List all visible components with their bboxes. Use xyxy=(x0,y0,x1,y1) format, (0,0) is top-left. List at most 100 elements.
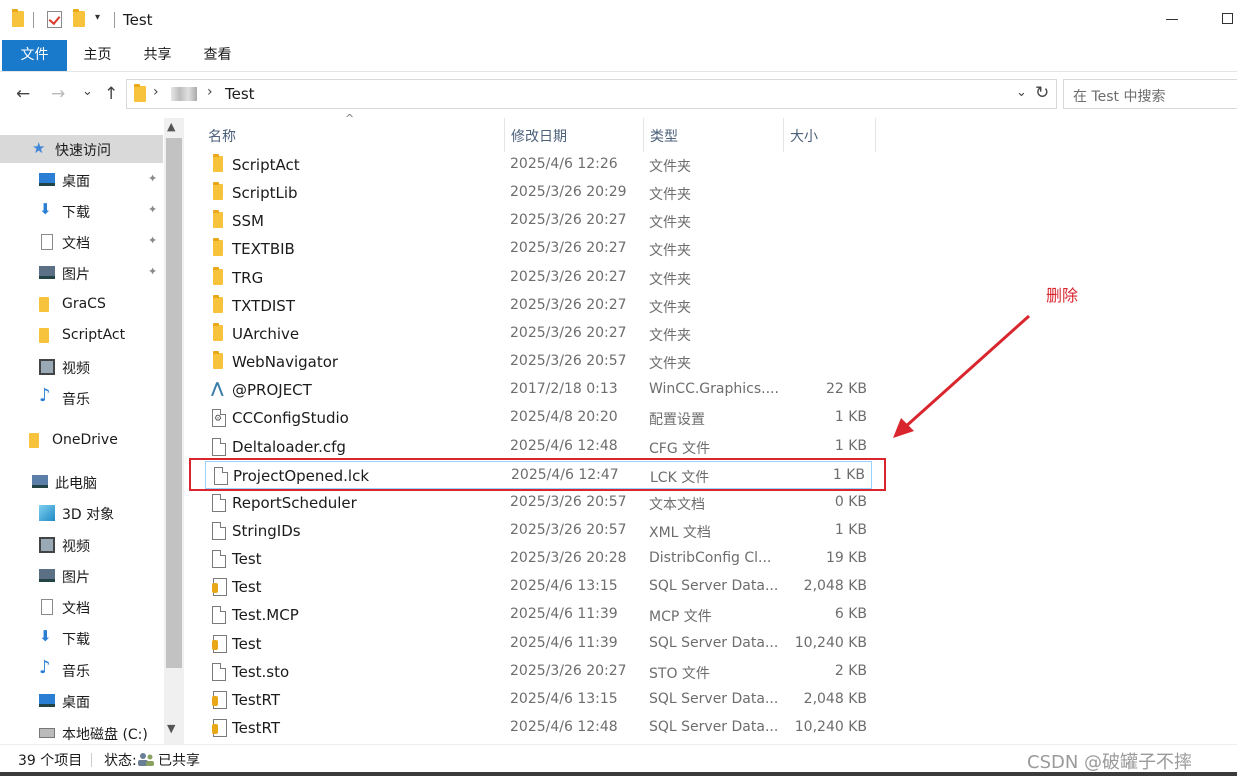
column-header-date[interactable]: 修改日期 xyxy=(511,126,567,146)
file-row[interactable]: WebNavigator 2025/3/26 20:57 文件夹 xyxy=(200,348,880,376)
taskbar-edge xyxy=(0,772,1237,776)
address-bar[interactable]: › › Test ⌄ ↻ xyxy=(126,79,1057,109)
folder-icon xyxy=(213,323,223,341)
minimize-icon[interactable] xyxy=(1166,19,1178,20)
breadcrumb-redacted[interactable] xyxy=(171,87,197,101)
divider xyxy=(91,753,92,767)
scroll-up-icon[interactable]: ▲ xyxy=(167,120,175,133)
tab-share[interactable]: 共享 xyxy=(130,40,185,71)
tab-home[interactable]: 主页 xyxy=(70,40,125,71)
back-button[interactable]: ← xyxy=(16,84,30,104)
sidebar-item[interactable]: ScriptAct xyxy=(0,322,163,350)
forward-button[interactable]: → xyxy=(51,84,65,104)
file-type: 文件夹 xyxy=(649,272,691,288)
breadcrumb-separator[interactable]: › xyxy=(207,84,213,100)
column-divider[interactable] xyxy=(783,118,784,152)
recent-locations-button[interactable]: ⌄ xyxy=(82,84,93,99)
file-row[interactable]: Test 2025/4/6 13:15 SQL Server Data... 2,04… xyxy=(200,573,880,601)
file-row[interactable]: ScriptLib 2025/3/26 20:29 文件夹 xyxy=(200,179,880,207)
file-name: Deltaloader.cfg xyxy=(232,438,346,456)
annotation-label: 删除 xyxy=(1046,286,1079,305)
sidebar-item[interactable]: 此电脑 xyxy=(0,468,163,496)
file-row[interactable]: ReportScheduler 2025/3/26 20:57 文本文档 0 KB xyxy=(200,489,880,517)
file-type: 文件夹 xyxy=(649,243,691,259)
sidebar-item[interactable]: ★ 快速访问 xyxy=(0,135,163,163)
column-divider[interactable] xyxy=(504,118,505,152)
file-size: 19 KB xyxy=(825,550,867,566)
maximize-icon[interactable] xyxy=(1222,13,1233,24)
file-name: WebNavigator xyxy=(232,353,339,371)
music-icon: ♪ xyxy=(39,385,51,406)
file-row[interactable]: Test 2025/3/26 20:28 DistribConfig Cl... 19… xyxy=(200,545,880,573)
file-row[interactable]: TestRT 2025/4/6 12:48 SQL Server Data... 10… xyxy=(200,714,880,742)
column-divider[interactable] xyxy=(643,118,644,152)
file-size: 22 KB xyxy=(825,381,867,397)
item-count: 39 个项目 xyxy=(18,753,83,769)
file-row[interactable]: TestRT 2025/4/6 13:15 SQL Server Data... 2,… xyxy=(200,686,880,714)
refresh-icon[interactable]: ↻ xyxy=(1035,83,1049,103)
sidebar-item-label: 文档 xyxy=(62,236,90,252)
search-input[interactable]: 在 Test 中搜索 xyxy=(1073,86,1165,106)
chevron-down-icon[interactable]: ⌄ xyxy=(1016,85,1027,100)
scroll-down-icon[interactable]: ▼ xyxy=(167,722,175,735)
file-date: 2025/4/6 12:48 xyxy=(510,438,618,454)
scrollbar-thumb[interactable] xyxy=(166,138,182,668)
file-row[interactable]: UArchive 2025/3/26 20:27 文件夹 xyxy=(200,320,880,348)
sidebar-item[interactable]: ⬇ 下载 ✦ xyxy=(0,197,163,225)
search-box[interactable]: 在 Test 中搜索 xyxy=(1063,79,1237,109)
sidebar-item[interactable]: OneDrive xyxy=(0,427,163,455)
file-row[interactable]: Test.sto 2025/3/26 20:27 STO 文件 2 KB xyxy=(200,658,880,686)
sidebar-item[interactable]: 视频 xyxy=(0,353,163,381)
column-header-size[interactable]: 大小 xyxy=(790,126,818,146)
file-name: TXTDIST xyxy=(232,297,295,315)
pin-icon[interactable]: ✦ xyxy=(148,265,157,278)
pin-icon[interactable]: ✦ xyxy=(148,203,157,216)
file-name: ScriptAct xyxy=(232,156,300,174)
new-folder-icon[interactable] xyxy=(73,9,85,27)
sidebar-item[interactable]: GraCS xyxy=(0,291,163,319)
breadcrumb-separator[interactable]: › xyxy=(153,84,159,100)
sidebar-item-label: 文档 xyxy=(62,601,90,617)
tab-view[interactable]: 查看 xyxy=(190,40,245,71)
sidebar-item[interactable]: 视频 xyxy=(0,531,163,559)
file-row[interactable]: TXTDIST 2025/3/26 20:27 文件夹 xyxy=(200,292,880,320)
sidebar-item[interactable]: 文档 xyxy=(0,593,163,621)
cube-icon xyxy=(39,505,55,521)
quick-access-dropdown-icon[interactable]: ▾ xyxy=(95,12,100,23)
sidebar-item[interactable]: 桌面 xyxy=(0,687,163,715)
file-row[interactable]: Test.MCP 2025/4/6 11:39 MCP 文件 6 KB xyxy=(200,601,880,629)
pin-icon[interactable]: ✦ xyxy=(148,234,157,247)
file-row[interactable]: TRG 2025/3/26 20:27 文件夹 xyxy=(200,264,880,292)
file-row[interactable]: SSM 2025/3/26 20:27 文件夹 xyxy=(200,207,880,235)
sidebar-item[interactable]: 3D 对象 xyxy=(0,499,163,527)
file-row[interactable]: ⚙ CCConfigStudio 2025/4/8 20:20 配置设置 1 KB xyxy=(200,404,880,432)
file-row[interactable]: TEXTBIB 2025/3/26 20:27 文件夹 xyxy=(200,235,880,263)
breadcrumb-current[interactable]: Test xyxy=(225,85,255,103)
file-row[interactable]: Test 2025/4/6 11:39 SQL Server Data... 10,2… xyxy=(200,630,880,658)
pin-icon[interactable]: ✦ xyxy=(148,172,157,185)
download-icon: ⬇ xyxy=(39,627,52,645)
sidebar-item[interactable]: 桌面 ✦ xyxy=(0,166,163,194)
drive-icon xyxy=(39,728,55,738)
folder-icon xyxy=(213,154,223,172)
file-date: 2025/4/6 13:15 xyxy=(510,578,618,594)
column-header-name[interactable]: 名称 xyxy=(208,126,236,146)
sidebar-item[interactable]: 图片 ✦ xyxy=(0,259,163,287)
properties-icon[interactable] xyxy=(47,11,62,28)
file-row[interactable]: ScriptAct 2025/4/6 12:26 文件夹 xyxy=(200,151,880,179)
sidebar-item[interactable]: ♪ 音乐 xyxy=(0,384,163,412)
column-header-type[interactable]: 类型 xyxy=(650,126,678,146)
column-divider[interactable] xyxy=(875,118,876,152)
sidebar-item[interactable]: 图片 xyxy=(0,562,163,590)
sidebar-item[interactable]: ♪ 音乐 xyxy=(0,656,163,684)
database-icon xyxy=(212,719,227,737)
file-row[interactable]: Deltaloader.cfg 2025/4/6 12:48 CFG 文件 1 KB xyxy=(200,433,880,461)
sidebar-item[interactable]: 本地磁盘 (C:) xyxy=(0,719,163,747)
file-row[interactable]: ⋀ @PROJECT 2017/2/18 0:13 WinCC.Graphics...… xyxy=(200,376,880,404)
tab-file[interactable]: 文件 xyxy=(2,40,67,71)
file-row[interactable]: StringIDs 2025/3/26 20:57 XML 文档 1 KB xyxy=(200,517,880,545)
file-date: 2025/4/6 12:48 xyxy=(510,719,618,735)
up-button[interactable]: ↑ xyxy=(104,84,118,104)
sidebar-item[interactable]: ⬇ 下载 xyxy=(0,624,163,652)
sidebar-item[interactable]: 文档 ✦ xyxy=(0,228,163,256)
